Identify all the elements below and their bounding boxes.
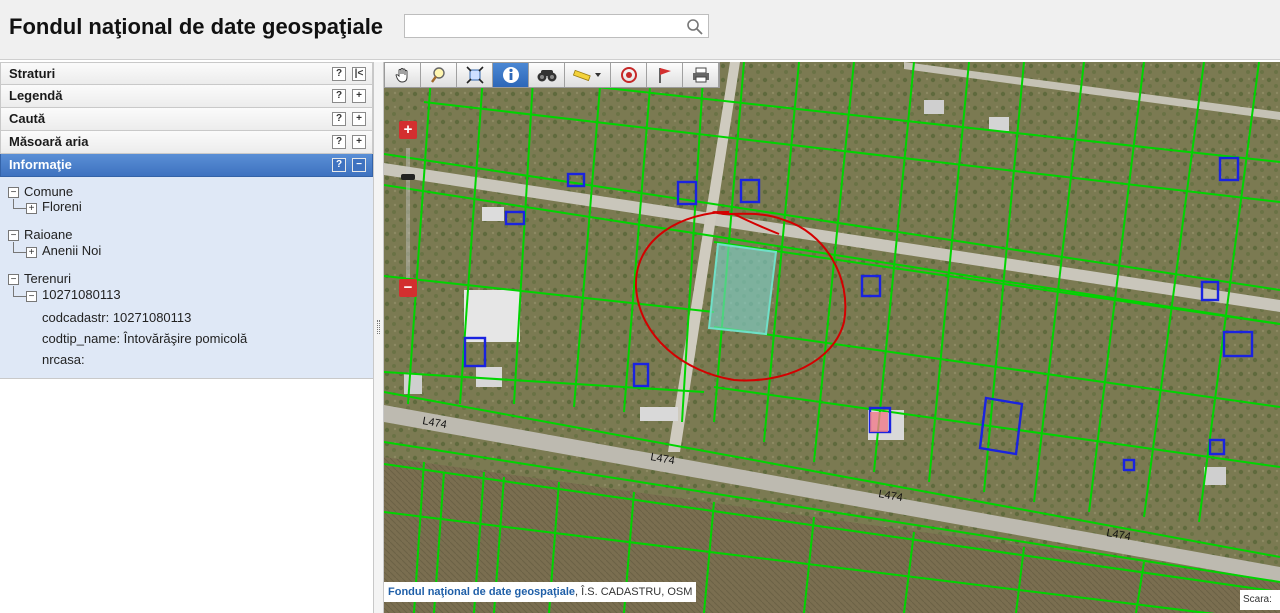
panel-straturi[interactable]: Straturi ? |< [0,62,373,85]
attr-codtip-name: codtip_name: Întovărăşire pomicolă [42,331,248,346]
side-panel: Straturi ? |< Legendă ? + Caută ? + Măso… [0,62,374,613]
splitter-grip[interactable] [377,320,380,334]
binoculars-icon [537,70,556,82]
scale-label: Scara: [1240,590,1280,610]
panel-masoara-aria[interactable]: Măsoară aria ? + [0,131,373,154]
tree-node-anenii-noi[interactable]: Anenii Noi [42,243,101,258]
info-icon [502,67,519,83]
building-roof [482,207,504,221]
zoom-slider-handle[interactable] [401,174,415,180]
attribution-text: , Î.S. CADASTRU, OSM [575,586,693,598]
collapse-icon[interactable]: − [26,291,37,302]
highlight-building [870,412,888,432]
attribution-link[interactable]: Fondul naţional de date geospaţiale [388,586,575,598]
collapse-icon[interactable]: − [8,230,19,241]
help-icon[interactable]: ? [332,158,346,172]
hand-icon [394,68,407,83]
info-tree: − Comune + Floreni − Raioane + Anenii No… [0,177,373,379]
panel-label: Măsoară aria [9,134,89,149]
search-box[interactable] [404,14,709,38]
find-button[interactable] [529,63,565,87]
search-input[interactable] [405,15,675,37]
flag-button[interactable] [647,63,683,87]
building-roof [464,290,520,342]
tree-node-terenuri[interactable]: Terenuri [24,271,71,286]
tree-node-floreni[interactable]: Floreni [42,199,82,214]
info-button[interactable] [493,63,529,87]
building-roof [924,100,944,114]
attr-codcadastr: codcadastr: 10271080113 [42,310,192,325]
flag-icon [658,68,671,83]
building-roof [404,374,422,394]
panel-informatie[interactable]: Informaţie ? − [0,154,373,177]
page-title: Fondul naţional de date geospaţiale [9,14,384,39]
collapse-left-icon[interactable]: |< [352,67,366,81]
expand-icon[interactable]: + [26,247,37,258]
search-icon[interactable] [686,18,704,36]
collapse-icon[interactable]: − [8,274,19,285]
expand-icon[interactable]: + [26,203,37,214]
tree-node-comune[interactable]: Comune [24,184,73,199]
pan-button[interactable] [385,63,421,87]
collapse-icon[interactable]: − [352,158,366,172]
map-toolbar [384,62,720,88]
minus-icon: − [403,279,413,296]
panel-label: Legendă [9,88,63,103]
target-icon [620,67,637,83]
building-roof [640,407,678,421]
satellite-map[interactable]: L474 L474 L474 L474 [384,62,1280,613]
zoom-in-button[interactable]: + [399,121,417,139]
help-icon[interactable]: ? [332,135,346,149]
zoom-box-button[interactable] [421,63,457,87]
attr-nrcasa: nrcasa: [42,352,85,367]
panel-legenda[interactable]: Legendă ? + [0,85,373,108]
measure-button[interactable] [565,63,611,87]
tree-node-parcel[interactable]: 10271080113 [42,287,121,302]
full-extent-icon [465,66,484,84]
panel-label: Caută [9,111,46,126]
panel-splitter[interactable] [374,62,384,613]
building-roof [1204,467,1226,485]
zoom-slider-track [406,148,410,278]
panel-label: Informaţie [9,157,72,172]
plus-icon: + [403,121,413,138]
help-icon[interactable]: ? [332,112,346,126]
header: Fondul naţional de date geospaţiale [0,0,1280,60]
map-view[interactable]: L474 L474 L474 L474 [384,62,1280,613]
zoom-box-icon [430,67,445,83]
print-icon [692,67,709,83]
help-icon[interactable]: ? [332,89,346,103]
expand-icon[interactable]: + [352,89,366,103]
zoom-out-button[interactable]: − [399,279,417,297]
selected-parcel[interactable] [707,242,778,336]
expand-icon[interactable]: + [352,112,366,126]
locate-button[interactable] [611,63,647,87]
print-button[interactable] [683,63,719,87]
zoom-slider[interactable] [401,148,415,278]
panel-cauta[interactable]: Caută ? + [0,108,373,131]
tree-node-raioane[interactable]: Raioane [24,227,72,242]
help-icon[interactable]: ? [332,67,346,81]
map-attribution: Fondul naţional de date geospaţiale, Î.S… [384,582,697,602]
collapse-icon[interactable]: − [8,187,19,198]
expand-icon[interactable]: + [352,135,366,149]
measure-icon [572,69,601,82]
building-roof [989,117,1009,131]
panel-label: Straturi [9,66,56,81]
full-extent-button[interactable] [457,63,493,87]
